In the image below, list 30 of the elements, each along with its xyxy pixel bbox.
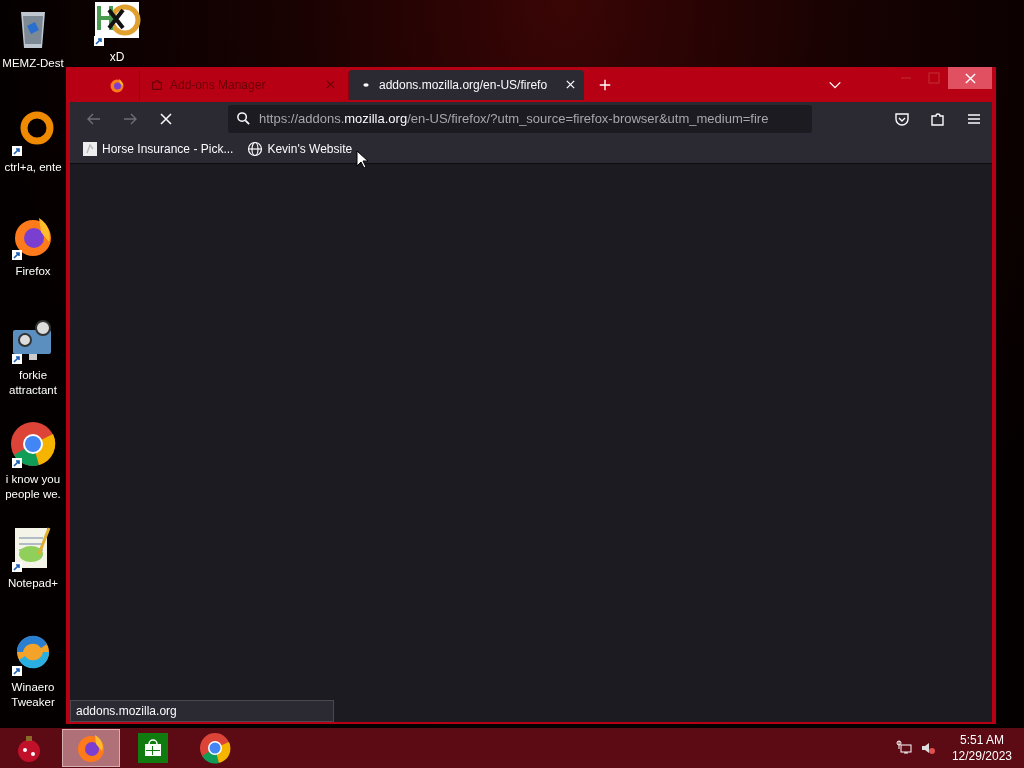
desktop-icon-label: i know you people we. xyxy=(4,472,62,502)
address-field[interactable]: https://addons.mozilla.org/en-US/firefox/?utm_source=firefox-browser&utm_medium=fire xyxy=(228,104,812,133)
search-icon xyxy=(236,111,251,126)
new-tab-icon[interactable] xyxy=(598,77,612,92)
desktop-icon-label: forkie attractant xyxy=(8,368,58,398)
chrome-icon xyxy=(199,732,231,764)
stop-icon[interactable] xyxy=(158,110,174,127)
clock[interactable]: 5:51 AM 12/29/2023 xyxy=(951,732,1012,764)
close-button[interactable] xyxy=(948,67,992,89)
status-text: addons.mozilla.org xyxy=(70,700,334,722)
desktop-icon-label: MEMZ-Dest xyxy=(1,56,65,71)
desktop-icon-label: Firefox xyxy=(14,264,52,279)
address-text: https://addons.mozilla.org/en-US/firefox/?utm_source=firefox-browser&utm_medium=fire xyxy=(259,111,769,126)
network-icon[interactable] xyxy=(895,740,912,756)
globe-icon xyxy=(247,141,264,157)
close-icon xyxy=(964,72,976,84)
firefox-icon xyxy=(75,732,107,764)
mouse-cursor-icon xyxy=(356,150,368,170)
browser-tab[interactable]: addons.mozilla.org/en-US/firefo xyxy=(348,69,584,100)
bookmark[interactable]: Kevin's Website xyxy=(247,141,353,157)
bookmark[interactable]: Horse Insurance - Pick... xyxy=(82,141,234,157)
desktop-icon-label: Winaero Tweaker xyxy=(10,680,56,710)
desktop-icon-label: ctrl+a, ente xyxy=(3,160,63,175)
shopping-bag-icon xyxy=(137,732,169,764)
desktop-icon-label: Notepad+ xyxy=(6,576,60,591)
chrome-icon[interactable] xyxy=(9,420,57,468)
speaker-muted-icon[interactable] xyxy=(919,740,936,756)
page-icon xyxy=(82,141,98,157)
pocket-icon[interactable] xyxy=(894,110,910,127)
desktop-icon-label: xD xyxy=(108,50,126,65)
